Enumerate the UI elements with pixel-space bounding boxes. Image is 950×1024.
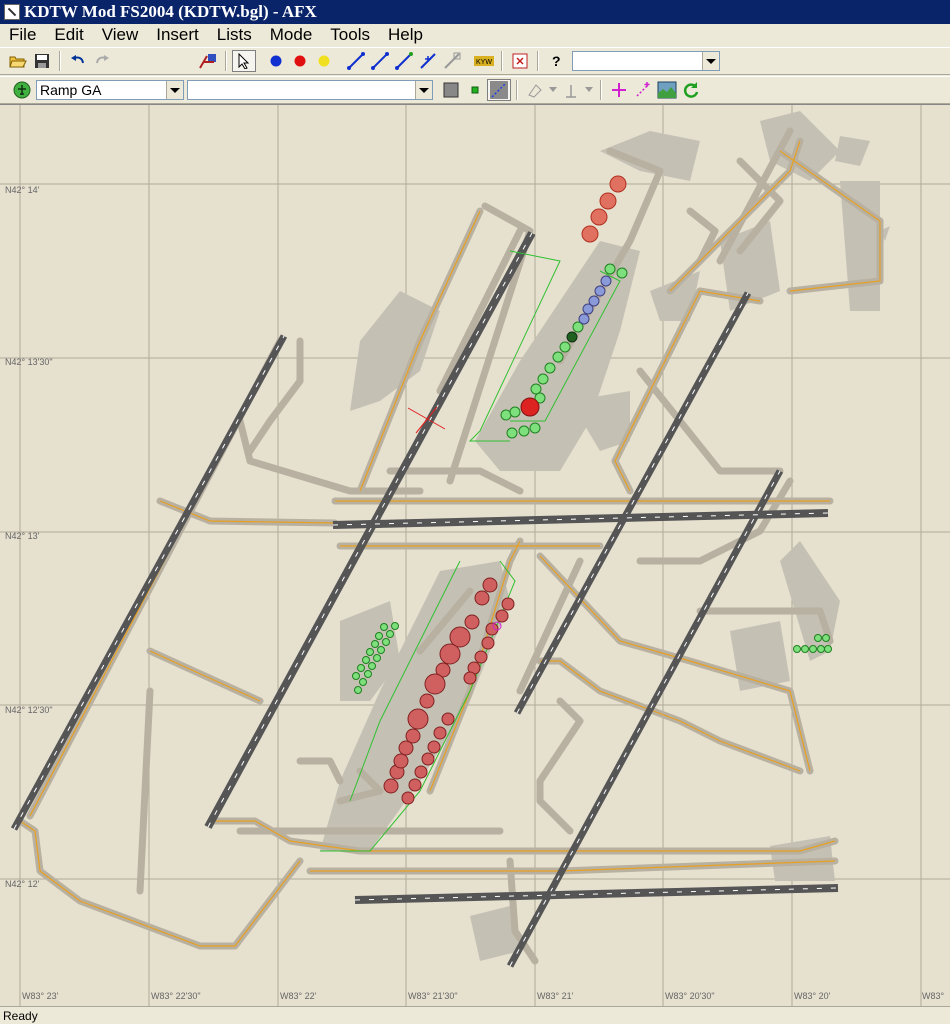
toolbar-separator	[537, 51, 539, 71]
taxi-path-icon[interactable]	[344, 50, 368, 72]
name-select[interactable]	[187, 80, 433, 100]
lat-label: N42° 13'30"	[5, 357, 53, 367]
vertex-icon[interactable]	[463, 79, 487, 101]
split-path-icon[interactable]	[416, 50, 440, 72]
airport-map-canvas[interactable]: N42° 14' N42° 13'30" N42° 13' N42° 12'30…	[0, 104, 950, 1006]
menu-bar: File Edit View Insert Lists Mode Tools H…	[0, 24, 950, 46]
lon-label: W83° 23'	[22, 991, 59, 1001]
menu-help[interactable]: Help	[379, 25, 432, 45]
lat-label: N42° 12'	[5, 879, 40, 889]
add-segment-icon[interactable]	[631, 79, 655, 101]
fill-icon	[523, 79, 547, 101]
lon-label: W83° 21'30"	[408, 991, 458, 1001]
runway-path-icon[interactable]	[368, 50, 392, 72]
window-title: KDTW Mod FS2004 (KDTW.bgl) - AFX	[24, 2, 317, 21]
edge-line-icon[interactable]	[487, 79, 511, 101]
menu-lists[interactable]: Lists	[208, 25, 261, 45]
chevron-down-icon[interactable]	[166, 81, 183, 99]
blue-node-icon[interactable]	[264, 50, 288, 72]
airport-layout	[0, 105, 950, 1006]
chevron-down-icon	[547, 79, 559, 101]
parking-type-select[interactable]: Ramp GA	[36, 80, 184, 100]
parking-type-value: Ramp GA	[40, 82, 102, 98]
menu-edit[interactable]: Edit	[45, 25, 92, 45]
help-icon[interactable]: ?	[544, 50, 568, 72]
menu-mode[interactable]: Mode	[261, 25, 322, 45]
menu-view[interactable]: View	[93, 25, 148, 45]
toolbar-separator	[59, 51, 61, 71]
lon-label: W83° 22'	[280, 991, 317, 1001]
menu-file[interactable]: File	[0, 25, 45, 45]
app-icon[interactable]	[4, 4, 20, 20]
toolbar-separator	[516, 80, 518, 100]
main-toolbar: KYW ?	[0, 47, 950, 75]
toolbar-separator	[501, 51, 503, 71]
line-tool-icon	[559, 79, 583, 101]
lon-label: W83° 20'30"	[665, 991, 715, 1001]
save-icon[interactable]	[30, 50, 54, 72]
background-image-icon[interactable]	[655, 79, 679, 101]
svg-text:KYW: KYW	[476, 59, 492, 66]
menu-tools[interactable]: Tools	[321, 25, 379, 45]
kyw-marker-icon[interactable]: KYW	[472, 50, 496, 72]
lon-label: W83°	[922, 991, 945, 1001]
undo-icon[interactable]	[66, 50, 90, 72]
lon-label: W83° 20'	[794, 991, 831, 1001]
red-node-icon[interactable]	[288, 50, 312, 72]
delete-icon[interactable]	[508, 50, 532, 72]
chevron-down-icon[interactable]	[415, 81, 432, 99]
lon-label: W83° 21'	[537, 991, 574, 1001]
lat-label: N42° 12'30"	[5, 705, 53, 715]
refresh-icon[interactable]	[679, 79, 703, 101]
select-pointer-icon[interactable]	[232, 50, 256, 72]
redo-icon	[90, 50, 114, 72]
chevron-down-icon	[583, 79, 595, 101]
parking-type-icon[interactable]	[10, 79, 34, 101]
lat-label: N42° 13'	[5, 531, 40, 541]
open-folder-icon[interactable]	[6, 50, 30, 72]
toolbar-separator	[600, 80, 602, 100]
join-path-icon	[440, 50, 464, 72]
status-bar: Ready	[0, 1006, 950, 1024]
lon-label: W83° 22'30"	[151, 991, 201, 1001]
svg-text:?: ?	[552, 53, 561, 69]
toolbar-dropdown[interactable]	[572, 51, 720, 71]
yellow-node-icon[interactable]	[312, 50, 336, 72]
secondary-toolbar: Ramp GA	[0, 76, 950, 104]
toolbar-separator	[225, 51, 227, 71]
chevron-down-icon[interactable]	[702, 52, 719, 70]
parking-path-icon[interactable]	[392, 50, 416, 72]
add-point-icon[interactable]	[607, 79, 631, 101]
status-text: Ready	[3, 1008, 38, 1023]
menu-insert[interactable]: Insert	[147, 25, 208, 45]
airport-properties-icon[interactable]	[196, 50, 220, 72]
lat-label: N42° 14'	[5, 185, 40, 195]
apron-icon[interactable]	[439, 79, 463, 101]
title-bar: KDTW Mod FS2004 (KDTW.bgl) - AFX	[0, 0, 950, 24]
